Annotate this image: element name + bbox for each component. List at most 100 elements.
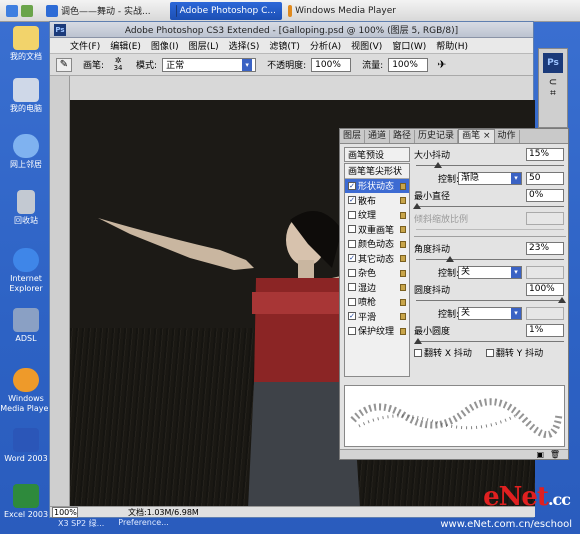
- desktop-icon-media-player[interactable]: Windows Media Player: [0, 368, 52, 414]
- document-size[interactable]: 文档:1.03M/6.98M: [128, 507, 199, 518]
- min-diameter-slider[interactable]: [413, 203, 564, 210]
- min-roundness-input[interactable]: 1%: [526, 323, 564, 337]
- slider-knob[interactable]: [434, 162, 442, 168]
- checkbox-checked[interactable]: ✓: [348, 181, 356, 190]
- menu-select[interactable]: 选择(S): [229, 39, 260, 52]
- checkbox[interactable]: [348, 297, 356, 306]
- checkbox-checked[interactable]: ✓: [348, 312, 356, 321]
- list-item-shape-dynamics[interactable]: ✓ 形状动态: [345, 178, 409, 193]
- list-item-airbrush[interactable]: 喷枪: [345, 295, 409, 310]
- desktop-icon-excel[interactable]: Excel 2003: [0, 484, 52, 520]
- ie-quicklaunch-icon[interactable]: [6, 4, 18, 17]
- crop-tool-icon[interactable]: ⌗: [539, 88, 567, 99]
- checkbox[interactable]: [348, 225, 356, 234]
- lock-icon[interactable]: [400, 182, 406, 190]
- trash-icon[interactable]: 🗑: [550, 450, 560, 459]
- tab-actions[interactable]: 动作: [495, 130, 520, 143]
- mode-select[interactable]: 正常 ▾: [162, 57, 257, 72]
- min-diameter-input[interactable]: 0%: [526, 188, 564, 202]
- list-item-texture[interactable]: 纹理: [345, 208, 409, 223]
- checkbox-checked[interactable]: ✓: [348, 196, 356, 205]
- zoom-input[interactable]: 100%: [52, 506, 78, 518]
- slider-knob[interactable]: [413, 203, 421, 209]
- tab-channels[interactable]: 通道: [365, 130, 391, 143]
- brush-picker[interactable]: ✲ 34: [109, 57, 127, 73]
- window-titlebar[interactable]: Ps Adobe Photoshop CS3 Extended - [Gallo…: [50, 22, 533, 38]
- lasso-tool-icon[interactable]: ⊂: [539, 77, 567, 88]
- list-item-other-dynamics[interactable]: ✓ 其它动态: [345, 251, 409, 266]
- desktop-icon-network[interactable]: 网上邻居: [0, 134, 52, 170]
- desktop-icon-word[interactable]: Word 2003: [0, 428, 52, 464]
- list-item-noise[interactable]: 杂色: [345, 266, 409, 281]
- checkbox[interactable]: [348, 326, 356, 335]
- menu-file[interactable]: 文件(F): [70, 39, 100, 52]
- task-x3[interactable]: X3 SP2 绿...: [58, 518, 104, 529]
- desktop-quicklaunch-icon[interactable]: [21, 4, 33, 17]
- taskbar-item-tutorial[interactable]: 调色——舞动 - 实战...: [40, 2, 170, 20]
- min-roundness-slider[interactable]: [414, 338, 564, 345]
- desktop-icon-my-computer[interactable]: 我的电脑: [0, 78, 52, 114]
- list-item-tip-shape[interactable]: 画笔笔尖形状: [345, 164, 409, 179]
- desktop-icon-ie[interactable]: Internet Explorer: [0, 248, 52, 294]
- taskbar-item-media-player[interactable]: Windows Media Player: [282, 2, 402, 20]
- list-item-dual-brush[interactable]: 双重画笔: [345, 222, 409, 237]
- menu-filter[interactable]: 滤镜(T): [269, 39, 300, 52]
- roundness-jitter-slider[interactable]: [416, 297, 566, 304]
- desktop-icon-adsl[interactable]: ADSL: [0, 308, 52, 344]
- lock-icon[interactable]: [400, 240, 406, 248]
- roundness-jitter-input[interactable]: 100%: [526, 282, 564, 296]
- lock-icon[interactable]: [400, 313, 406, 320]
- taskbar-item-photoshop[interactable]: Adobe Photoshop C...: [170, 1, 282, 20]
- lock-icon[interactable]: [400, 255, 406, 262]
- list-item-color-dynamics[interactable]: 颜色动态: [345, 237, 409, 252]
- airbrush-icon[interactable]: ✈: [437, 58, 446, 71]
- menu-window[interactable]: 窗口(W): [392, 39, 426, 52]
- lock-icon[interactable]: [400, 211, 406, 219]
- lock-icon[interactable]: [400, 327, 406, 335]
- angle-jitter-slider[interactable]: [416, 256, 564, 263]
- size-jitter-slider[interactable]: [416, 162, 564, 169]
- list-item-protect-texture[interactable]: 保护纹理: [345, 324, 409, 339]
- brush-tool-icon[interactable]: ✎: [56, 57, 72, 72]
- size-control-select[interactable]: 渐隐 ▾: [458, 171, 522, 185]
- checkbox[interactable]: [348, 210, 356, 219]
- menu-view[interactable]: 视图(V): [351, 39, 382, 52]
- task-preference[interactable]: Preference...: [118, 518, 169, 529]
- angle-jitter-input[interactable]: 23%: [526, 241, 564, 255]
- angle-control-select[interactable]: 关 ▾: [458, 265, 522, 279]
- tab-brushes[interactable]: 画笔 ×: [458, 129, 495, 143]
- desktop-icon-my-documents[interactable]: 我的文档: [0, 26, 52, 62]
- flow-input[interactable]: 100%: [388, 57, 429, 72]
- tab-layers[interactable]: 图层: [340, 130, 366, 143]
- slider-knob[interactable]: [414, 338, 422, 344]
- list-item-scattering[interactable]: ✓ 散布: [345, 193, 409, 208]
- menu-analysis[interactable]: 分析(A): [310, 39, 341, 52]
- checkbox[interactable]: [348, 268, 356, 277]
- list-item-wet-edges[interactable]: 湿边: [345, 280, 409, 295]
- brush-presets-button[interactable]: 画笔预设: [344, 147, 410, 162]
- lock-icon[interactable]: [400, 298, 406, 306]
- menu-help[interactable]: 帮助(H): [436, 39, 468, 52]
- slider-knob[interactable]: [558, 297, 566, 303]
- flip-x-option[interactable]: 翻转 X 抖动: [414, 346, 472, 359]
- menu-layer[interactable]: 图层(L): [189, 39, 219, 52]
- checkbox-checked[interactable]: ✓: [348, 254, 356, 263]
- desktop-icon-recycle-bin[interactable]: 回收站: [0, 190, 52, 226]
- opacity-input[interactable]: 100%: [311, 57, 352, 72]
- slider-knob[interactable]: [446, 256, 454, 262]
- checkbox[interactable]: [485, 349, 494, 357]
- start-area[interactable]: [0, 2, 40, 20]
- size-jitter-input[interactable]: 15%: [526, 147, 564, 161]
- lock-icon[interactable]: [400, 197, 406, 204]
- flip-y-option[interactable]: 翻转 Y 抖动: [485, 346, 543, 359]
- lock-icon[interactable]: [400, 226, 406, 233]
- lock-icon[interactable]: [400, 269, 406, 277]
- roundness-control-select[interactable]: 关 ▾: [458, 306, 522, 320]
- new-preset-icon[interactable]: ▣: [536, 450, 544, 459]
- close-icon[interactable]: ×: [483, 131, 491, 141]
- tab-history[interactable]: 历史记录: [415, 130, 459, 143]
- checkbox[interactable]: [348, 283, 356, 292]
- fade-steps-input[interactable]: 50: [526, 171, 564, 185]
- menu-image[interactable]: 图像(I): [151, 39, 179, 52]
- checkbox[interactable]: [348, 239, 356, 248]
